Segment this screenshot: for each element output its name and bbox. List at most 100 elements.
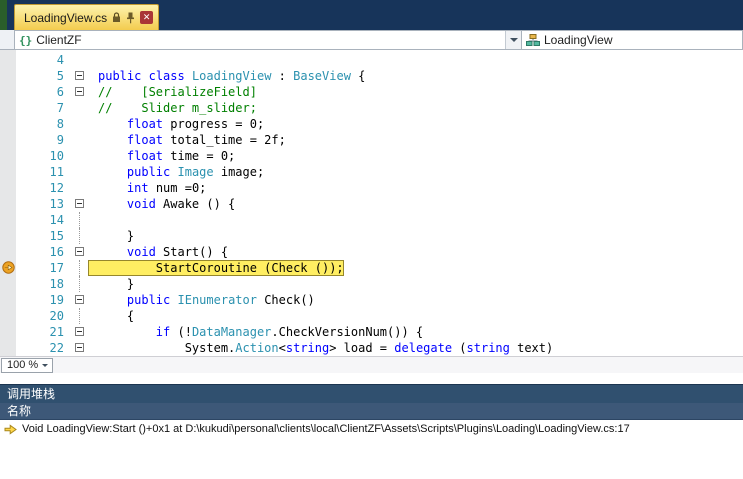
code-text: void Awake () {: [126, 197, 236, 211]
project-dropdown-value: ClientZF: [36, 33, 82, 47]
callstack-title: 调用堆栈: [0, 385, 743, 403]
code-text: void Start() {: [126, 245, 229, 259]
line-number: 17: [49, 261, 64, 275]
fold-margin: [72, 212, 88, 228]
line-number: 4: [56, 53, 64, 67]
callstack-body: [0, 438, 743, 479]
pin-icon[interactable]: [126, 12, 135, 24]
zoom-value: 100 %: [7, 359, 39, 371]
navigation-bar: {} ClientZF LoadingView: [0, 30, 743, 50]
code-line-17[interactable]: 17 StartCoroutine (Check ());: [0, 260, 743, 276]
tab-strip: LoadingView.cs ✕: [0, 0, 743, 30]
code-editor[interactable]: 4 5 public class LoadingView : BaseView {6…: [0, 50, 743, 356]
editor-status-row: 100 %: [0, 356, 743, 373]
code-text: float time = 0;: [126, 149, 236, 163]
callstack-column-name[interactable]: 名称: [0, 403, 743, 420]
code-line-13[interactable]: 13 void Awake () {: [0, 196, 743, 212]
panel-gap: [0, 373, 743, 384]
type-dropdown[interactable]: LoadingView: [522, 30, 743, 50]
fold-toggle[interactable]: [72, 324, 88, 340]
code-line-15[interactable]: 15 }: [0, 228, 743, 244]
zoom-control[interactable]: 100 %: [1, 357, 54, 373]
line-number: 14: [49, 213, 64, 227]
code-line-21[interactable]: 21 if (!DataManager.CheckVersionNum()) {: [0, 324, 743, 340]
fold-toggle[interactable]: [72, 84, 88, 100]
document-tab[interactable]: LoadingView.cs ✕: [14, 4, 160, 30]
code-text: }: [98, 277, 135, 291]
collapse-icon[interactable]: [75, 295, 84, 304]
code-line-9[interactable]: 9 float total_time = 2f;: [0, 132, 743, 148]
chevron-down-icon: [38, 359, 52, 372]
collapse-icon[interactable]: [75, 87, 84, 96]
line-number: 19: [49, 293, 64, 307]
code-text: if (!DataManager.CheckVersionNum()) {: [155, 325, 424, 339]
line-number: 9: [56, 133, 64, 147]
code-text: System.Action<string> load = delegate (s…: [98, 341, 554, 355]
collapse-icon[interactable]: [75, 343, 84, 352]
line-number: 6: [56, 85, 64, 99]
fold-margin: [72, 52, 88, 68]
fold-toggle[interactable]: [72, 196, 88, 212]
code-text: int num =0;: [126, 181, 207, 195]
fold-margin: [72, 132, 88, 148]
current-frame-arrow-icon: [4, 423, 17, 435]
close-icon[interactable]: ✕: [140, 11, 154, 24]
code-line-19[interactable]: 19 public IEnumerator Check(): [0, 292, 743, 308]
code-lines: 4 5 public class LoadingView : BaseView {6…: [0, 50, 743, 356]
code-line-20[interactable]: 20 {: [0, 308, 743, 324]
collapse-icon[interactable]: [75, 71, 84, 80]
line-number: 11: [49, 165, 64, 179]
callstack-frame[interactable]: Void LoadingView:Start ()+0x1 at D:\kuku…: [0, 420, 743, 438]
code-text: // Slider m_slider;: [98, 101, 257, 115]
line-number: 20: [49, 309, 64, 323]
line-number: 15: [49, 229, 64, 243]
fold-margin: [72, 276, 88, 292]
line-number: 10: [49, 149, 64, 163]
code-line-14[interactable]: 14: [0, 212, 743, 228]
namespace-icon: {}: [19, 33, 33, 47]
code-text: public Image image;: [126, 165, 265, 179]
line-number: 7: [56, 101, 64, 115]
collapse-icon[interactable]: [75, 327, 84, 336]
code-line-8[interactable]: 8 float progress = 0;: [0, 116, 743, 132]
line-number: 21: [49, 325, 64, 339]
code-line-11[interactable]: 11 public Image image;: [0, 164, 743, 180]
fold-toggle[interactable]: [72, 340, 88, 356]
collapse-icon[interactable]: [75, 199, 84, 208]
code-line-5[interactable]: 5 public class LoadingView : BaseView {: [0, 68, 743, 84]
line-number: 22: [49, 341, 64, 355]
vs-window: LoadingView.cs ✕ {} ClientZF LoadingView…: [0, 0, 743, 479]
code-line-7[interactable]: 7 // Slider m_slider;: [0, 100, 743, 116]
code-line-4[interactable]: 4: [0, 52, 743, 68]
tab-title: LoadingView.cs: [24, 10, 108, 25]
frame-text: Void LoadingView:Start ()+0x1 at D:\kuku…: [22, 423, 630, 435]
lock-icon: [112, 12, 121, 23]
code-text: public class LoadingView : BaseView {: [98, 69, 366, 83]
collapse-icon[interactable]: [75, 247, 84, 256]
code-line-12[interactable]: 12 int num =0;: [0, 180, 743, 196]
code-text: {: [98, 309, 135, 323]
line-number: 5: [56, 69, 64, 83]
fold-margin: [72, 308, 88, 324]
line-number: 12: [49, 181, 64, 195]
code-line-18[interactable]: 18 }: [0, 276, 743, 292]
fold-margin: [72, 116, 88, 132]
current-statement-icon: [2, 261, 15, 274]
project-dropdown[interactable]: {} ClientZF: [14, 30, 522, 50]
fold-toggle[interactable]: [72, 68, 88, 84]
fold-toggle[interactable]: [72, 292, 88, 308]
callstack-panel: 调用堆栈 名称 Void LoadingView:Start ()+0x1 at…: [0, 384, 743, 479]
fold-margin: [72, 164, 88, 180]
code-line-10[interactable]: 10 float time = 0;: [0, 148, 743, 164]
code-text: // [SerializeField]: [98, 85, 257, 99]
code-line-6[interactable]: 6 // [SerializeField]: [0, 84, 743, 100]
code-line-22[interactable]: 22 System.Action<string> load = delegate…: [0, 340, 743, 356]
fold-margin: [72, 100, 88, 116]
type-dropdown-value: LoadingView: [544, 33, 613, 47]
line-number: 18: [49, 277, 64, 291]
chevron-down-icon[interactable]: [505, 31, 521, 49]
fold-margin: [72, 180, 88, 196]
code-line-16[interactable]: 16 void Start() {: [0, 244, 743, 260]
fold-toggle[interactable]: [72, 244, 88, 260]
